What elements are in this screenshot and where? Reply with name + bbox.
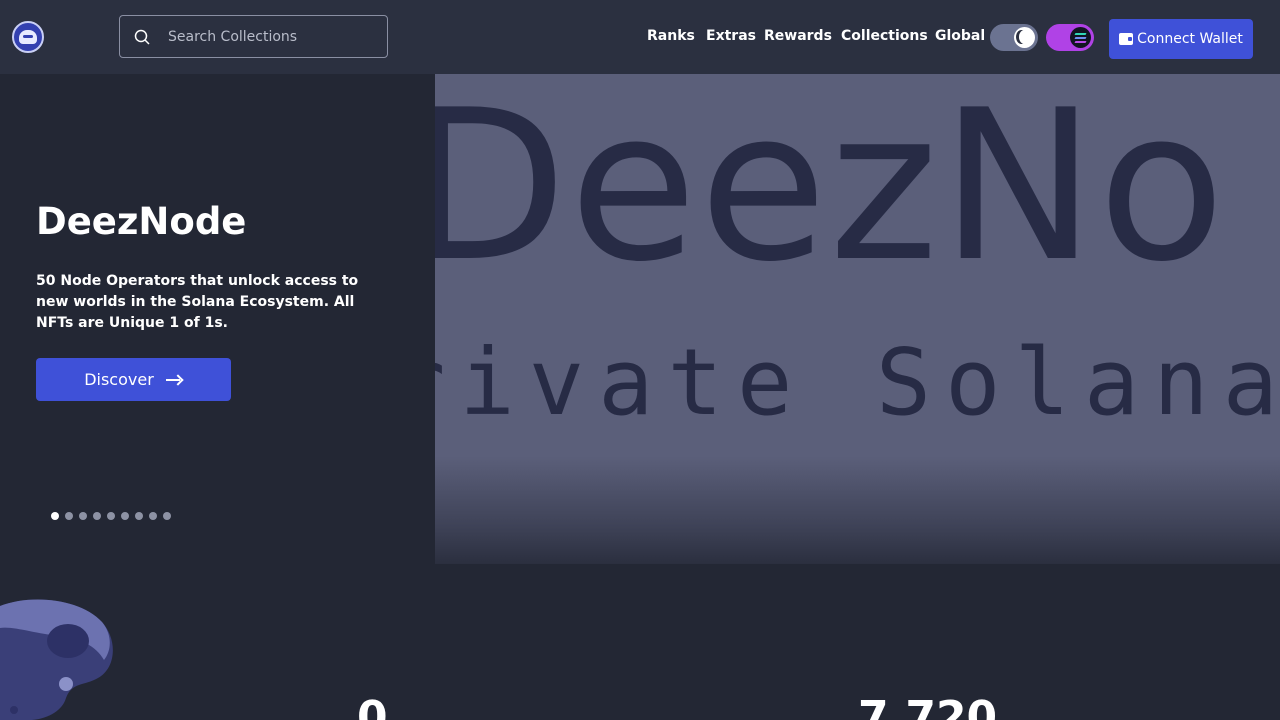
carousel-dot[interactable] [163,512,171,520]
toggle-knob [1014,27,1035,48]
nav-ranks[interactable]: Ranks [647,28,695,44]
connect-wallet-label: Connect Wallet [1137,31,1243,47]
nav-global[interactable]: Global [935,28,985,44]
carousel-dots [51,512,171,520]
carousel-dot[interactable] [135,512,143,520]
decorative-blob-illustration [0,599,113,720]
carousel-dot[interactable] [65,512,73,520]
hero-description: 50 Node Operators that unlock access to … [36,273,359,331]
hero-banner-image: DeezNo rivate Solana [435,74,1280,564]
carousel-dot[interactable] [121,512,129,520]
carousel-dot[interactable] [93,512,101,520]
stat-value: 0 [357,692,388,720]
connect-wallet-button[interactable]: Connect Wallet [1109,19,1253,59]
discover-label: Discover [84,370,154,389]
carousel-dot[interactable] [149,512,157,520]
nav-extras[interactable]: Extras [706,28,756,44]
carousel-dot[interactable] [79,512,87,520]
hero-title: DeezNode [36,200,247,243]
carousel-dot[interactable] [107,512,115,520]
discover-button[interactable]: Discover [36,358,231,401]
nav-rewards[interactable]: Rewards [764,28,832,44]
arrow-right-icon [165,375,183,385]
nav-collections[interactable]: Collections [841,28,928,44]
moon-icon [1019,30,1030,44]
hero-panel: DeezNode 50 Node Operators that unlock a… [0,0,435,564]
banner-text-primary: DeezNo [435,74,1228,308]
wallet-icon [1119,33,1134,45]
theme-toggle[interactable] [990,24,1038,51]
banner-text-secondary: rivate Solana [435,329,1280,436]
chain-toggle[interactable] [1046,24,1094,51]
solana-icon [1070,27,1091,48]
carousel-dot[interactable] [51,512,59,520]
stat-value: 7,720 [858,692,998,720]
